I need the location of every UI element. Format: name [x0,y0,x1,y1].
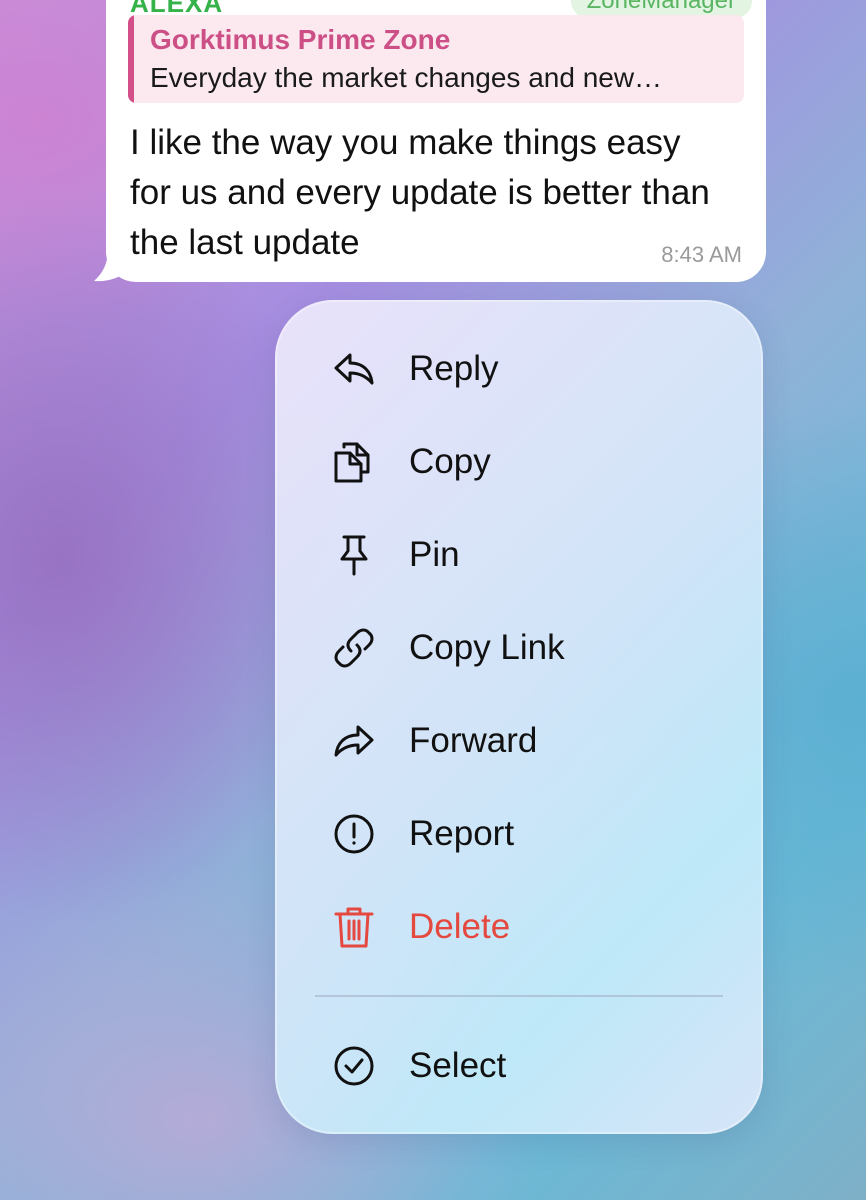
reply-quote[interactable]: Gorktimus Prime Zone Everyday the market… [128,15,744,103]
message-time: 8:43 AM [661,242,742,267]
report-icon [331,811,377,857]
message-bubble[interactable]: ALEXA ZoneManager Gorktimus Prime Zone E… [106,0,766,282]
menu-label-pin: Pin [409,534,460,574]
context-menu: Reply Copy Pin Copy Link Forward Report … [275,300,763,1134]
menu-item-delete[interactable]: Delete [275,880,763,973]
menu-item-report[interactable]: Report [275,787,763,880]
check-circle-icon [331,1043,377,1089]
menu-item-reply[interactable]: Reply [275,322,763,415]
menu-item-pin[interactable]: Pin [275,508,763,601]
menu-label-copy: Copy [409,441,491,481]
menu-label-select: Select [409,1045,507,1085]
quote-accent-bar [128,15,134,103]
quote-title: Gorktimus Prime Zone [150,24,451,55]
copy-icon [331,439,377,485]
quote-text: Everyday the market changes and new… [150,62,663,93]
menu-item-forward[interactable]: Forward [275,694,763,787]
menu-label-copy-link: Copy Link [409,627,565,667]
menu-label-delete: Delete [409,906,511,946]
link-icon [331,625,377,671]
menu-divider [315,995,723,997]
reply-icon [331,346,377,392]
message-text: I like the way you make things easy for … [130,123,710,262]
menu-item-copy-link[interactable]: Copy Link [275,601,763,694]
menu-label-forward: Forward [409,720,538,760]
trash-icon [331,904,377,950]
menu-item-select[interactable]: Select [275,1019,763,1112]
menu-label-report: Report [409,813,515,853]
menu-label-reply: Reply [409,348,499,388]
menu-item-copy[interactable]: Copy [275,415,763,508]
forward-icon [331,718,377,764]
pin-icon [331,532,377,578]
